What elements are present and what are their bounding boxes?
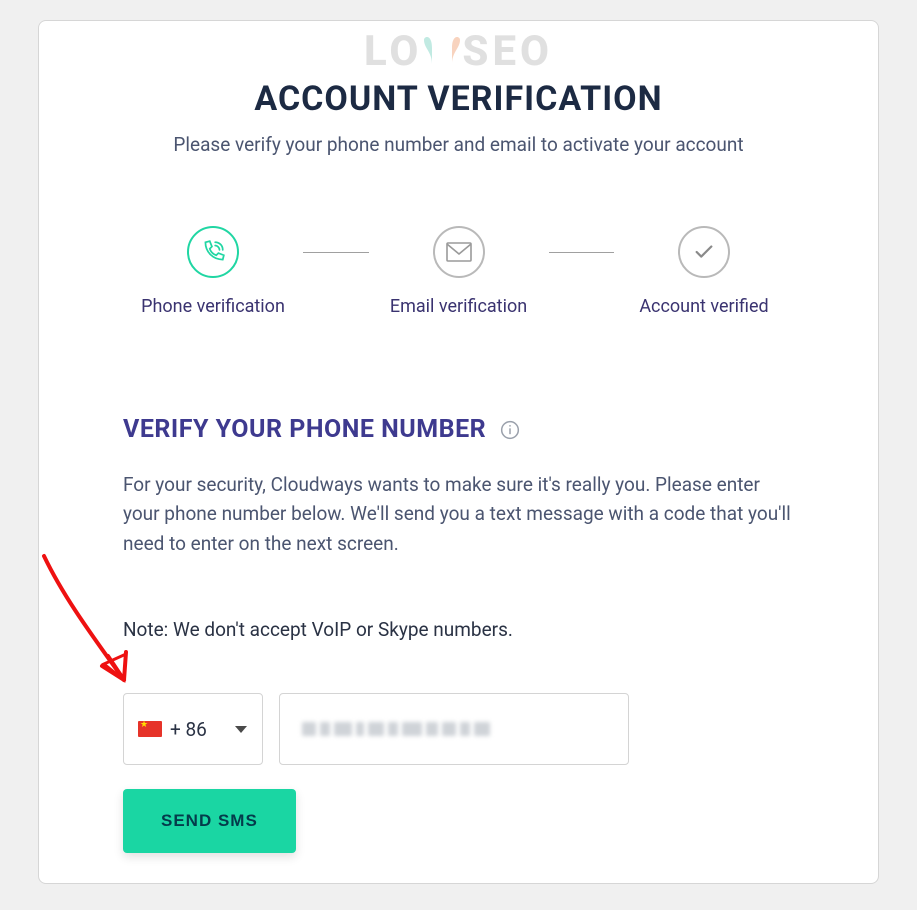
section-heading: VERIFY YOUR PHONE NUMBER: [123, 415, 486, 444]
country-code-select[interactable]: + 86: [123, 693, 263, 765]
redacted-phone-value: [302, 722, 490, 736]
step-verified-label: Account verified: [639, 296, 768, 317]
step-connector: [303, 252, 369, 253]
step-verified: Account verified: [614, 226, 794, 317]
step-email: Email verification: [369, 226, 549, 317]
send-sms-button[interactable]: SEND SMS: [123, 789, 296, 853]
watermark-text-right: SEO: [462, 27, 553, 76]
section-heading-row: VERIFY YOUR PHONE NUMBER: [123, 415, 794, 444]
phone-number-input[interactable]: [279, 693, 629, 765]
leaf-right-icon: [442, 23, 462, 72]
step-phone: Phone verification: [123, 226, 303, 317]
page-title: ACCOUNT VERIFICATION: [123, 79, 794, 119]
info-icon[interactable]: [500, 420, 520, 440]
instruction-text: For your security, Cloudways wants to ma…: [123, 470, 794, 558]
watermark-logo: LO SEO: [39, 27, 878, 76]
watermark-text-left: LO: [364, 27, 422, 76]
step-connector: [549, 252, 615, 253]
step-phone-label: Phone verification: [141, 296, 285, 317]
check-icon: [678, 226, 730, 278]
envelope-icon: [433, 226, 485, 278]
progress-stepper: Phone verification Email verification Ac…: [123, 226, 794, 317]
phone-icon: [187, 226, 239, 278]
page-subtitle: Please verify your phone number and emai…: [123, 133, 794, 156]
leaf-left-icon: [422, 23, 442, 72]
chevron-down-icon: [234, 720, 248, 739]
phone-input-row: + 86: [123, 693, 794, 765]
flag-china-icon: [138, 721, 162, 737]
step-email-label: Email verification: [390, 296, 527, 317]
dial-code: + 86: [170, 718, 207, 741]
verification-card: LO SEO ACCOUNT VERIFICATION Please verify…: [38, 20, 879, 884]
note-text: Note: We don't accept VoIP or Skype numb…: [123, 618, 794, 641]
